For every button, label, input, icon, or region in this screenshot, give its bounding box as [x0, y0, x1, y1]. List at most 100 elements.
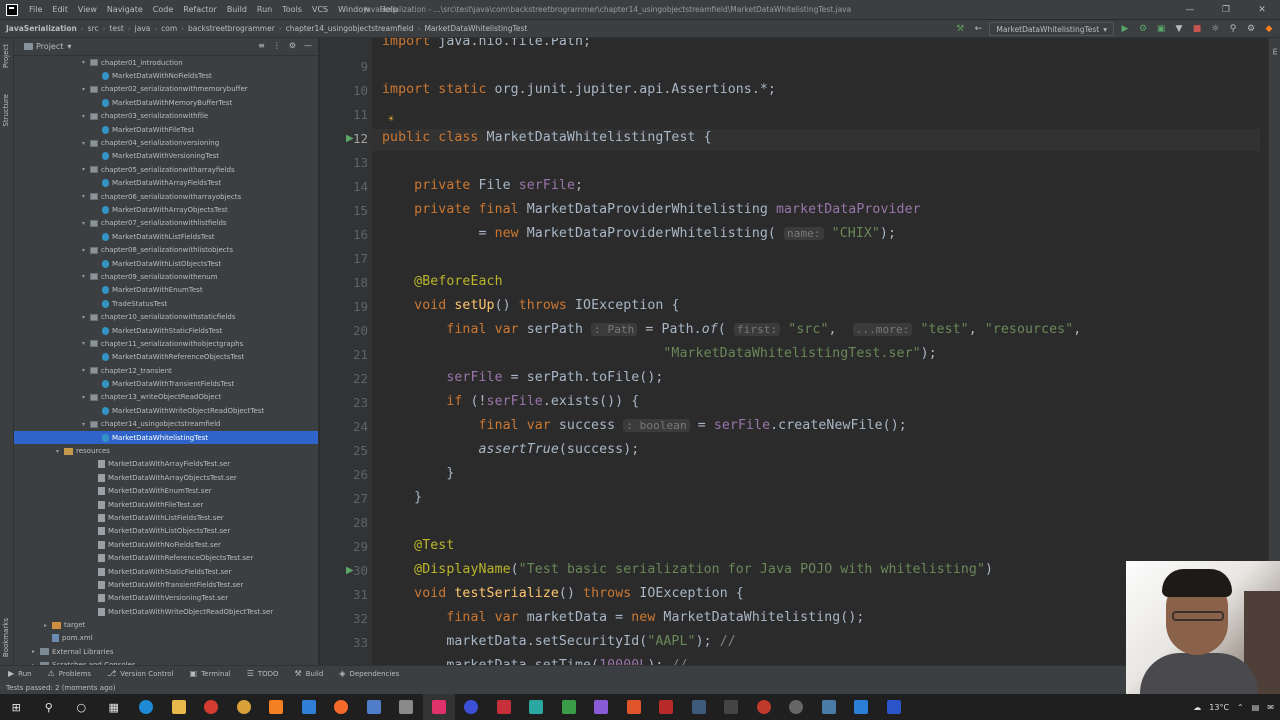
tree-item[interactable]: ▾ chapter14_usingobjectstreamfield: [14, 418, 318, 431]
lightbulb-icon[interactable]: ☀: [388, 114, 398, 125]
chevron-down-icon[interactable]: ▾: [82, 140, 90, 147]
chevron-right-icon[interactable]: ▸: [32, 648, 40, 655]
menu-item[interactable]: Edit: [47, 5, 73, 14]
breadcrumb-item[interactable]: chapter14_usingobjectstreamfield: [282, 24, 418, 33]
expand-all-icon[interactable]: ≡: [258, 41, 265, 50]
code-line[interactable]: void testSerialize() throws IOException …: [382, 586, 744, 601]
tree-item[interactable]: MarketDataWithArrayFieldsTest.ser: [14, 458, 318, 471]
menu-item[interactable]: Navigate: [102, 5, 148, 14]
code-line[interactable]: final var success : boolean = serFile.cr…: [382, 418, 907, 433]
breadcrumb-item[interactable]: src: [84, 24, 103, 33]
tree-item[interactable]: MarketDataWithStaticFieldsTest.ser: [14, 565, 318, 578]
run-test-class-icon[interactable]: ▶: [346, 133, 358, 145]
code-line[interactable]: private File serFile;: [382, 178, 583, 193]
tree-item[interactable]: MarketDataWithArrayObjectsTest: [14, 203, 318, 216]
profile-icon[interactable]: ▼: [1172, 22, 1186, 36]
tree-item[interactable]: MarketDataWithReferenceObjectsTest.ser: [14, 551, 318, 564]
chevron-down-icon[interactable]: ▾: [82, 193, 90, 200]
code-line[interactable]: = new MarketDataProviderWhitelisting( na…: [382, 226, 896, 241]
project-panel-title[interactable]: Project: [36, 42, 63, 51]
tool-tab-maven[interactable]: m: [1271, 48, 1279, 55]
tree-item[interactable]: MarketDataWithTransientFieldsTest: [14, 377, 318, 390]
app-icon-rose[interactable]: [748, 694, 781, 720]
chevron-down-icon[interactable]: ▾: [82, 367, 90, 374]
code-line[interactable]: serFile = serPath.toFile();: [382, 370, 663, 385]
tree-item[interactable]: ▾ chapter13_writeObjectReadObject: [14, 391, 318, 404]
weather-icon[interactable]: ☁: [1193, 703, 1201, 712]
chevron-down-icon[interactable]: ▾: [82, 394, 90, 401]
code-line[interactable]: import java.nio.file.Path;: [382, 38, 591, 49]
hammer-icon[interactable]: ⚒: [953, 22, 967, 36]
code-line[interactable]: @DisplayName("Test basic serialization f…: [382, 562, 993, 577]
menu-item[interactable]: Refactor: [178, 5, 222, 14]
tree-item[interactable]: ▾ chapter08_serializationwithlistobjects: [14, 243, 318, 256]
chevron-down-icon[interactable]: ▾: [82, 59, 90, 66]
chevron-down-icon[interactable]: ▾: [82, 340, 90, 347]
code-line[interactable]: private final MarketDataProviderWhitelis…: [382, 202, 921, 217]
tree-item[interactable]: MarketDataWithNoFieldsTest.ser: [14, 538, 318, 551]
network-icon[interactable]: ▤: [1252, 703, 1260, 712]
windows-start-icon[interactable]: ⊞: [0, 694, 33, 720]
maps-icon[interactable]: [780, 694, 813, 720]
tree-item[interactable]: ▾ chapter03_serializationwithfile: [14, 110, 318, 123]
tree-item[interactable]: ▾ chapter12_transient: [14, 364, 318, 377]
breadcrumb-item[interactable]: backstreetbrogrammer: [184, 24, 279, 33]
bottom-tool-dependencies[interactable]: ◈ Dependencies: [331, 669, 407, 678]
tool-tab-bookmarks[interactable]: Bookmarks: [2, 618, 10, 657]
app-icon-steel[interactable]: [813, 694, 846, 720]
tree-item[interactable]: MarketDataWithWriteObjectReadObjectTest: [14, 404, 318, 417]
code-line[interactable]: }: [382, 466, 454, 481]
code-line[interactable]: marketData.setTime(10000L); //: [382, 658, 688, 665]
notification-icon[interactable]: ✉: [1267, 703, 1274, 712]
debug-icon[interactable]: ⚙: [1136, 22, 1150, 36]
tree-item[interactable]: ▾ chapter09_serializationwithenum: [14, 270, 318, 283]
tree-item[interactable]: ▾ chapter01_introduction: [14, 56, 318, 69]
tree-item[interactable]: TradeStatusTest: [14, 297, 318, 310]
bottom-tool-todo[interactable]: ☰ TODO: [239, 669, 287, 678]
app-icon-gray[interactable]: [390, 694, 423, 720]
tree-item[interactable]: MarketDataWhitelistingTest: [14, 430, 318, 445]
breadcrumb-item[interactable]: JavaSerialization: [0, 24, 81, 33]
tree-item[interactable]: MarketDataWithListObjectsTest.ser: [14, 525, 318, 538]
tree-item[interactable]: MarketDataWithWriteObjectReadObjectTest.…: [14, 605, 318, 618]
tree-item[interactable]: MarketDataWithVersioningTest: [14, 150, 318, 163]
tray-chevron-icon[interactable]: ⌃: [1237, 703, 1244, 712]
tree-item[interactable]: MarketDataWithListFieldsTest.ser: [14, 511, 318, 524]
back-icon[interactable]: ←: [971, 22, 985, 36]
run-test-method-icon[interactable]: ▶: [346, 565, 358, 577]
menu-item[interactable]: View: [73, 5, 102, 14]
chevron-down-icon[interactable]: ▾: [82, 113, 90, 120]
tree-item[interactable]: ▸ External Libraries: [14, 645, 318, 658]
code-line[interactable]: }: [382, 490, 422, 505]
firefox-icon[interactable]: [325, 694, 358, 720]
tree-item[interactable]: ▾ resources: [14, 444, 318, 457]
collapse-all-icon[interactable]: ⋮: [273, 41, 281, 50]
breadcrumb-item[interactable]: com: [157, 24, 181, 33]
app-icon-navy[interactable]: [878, 694, 911, 720]
tree-item[interactable]: ▾ chapter10_serializationwithstaticfields: [14, 310, 318, 323]
edge-icon[interactable]: [130, 694, 163, 720]
vscode-icon[interactable]: [293, 694, 326, 720]
breadcrumb-item[interactable]: test: [105, 24, 127, 33]
menu-item[interactable]: Code: [148, 5, 178, 14]
code-line[interactable]: @BeforeEach: [382, 274, 503, 289]
settings-icon[interactable]: ⚙: [1244, 22, 1258, 36]
search-icon[interactable]: ⚲: [1226, 22, 1240, 36]
tree-item[interactable]: ▾ chapter02_serializationwithmemorybuffer: [14, 83, 318, 96]
chevron-down-icon[interactable]: ▾: [82, 166, 90, 173]
tree-item[interactable]: MarketDataWithListFieldsTest: [14, 230, 318, 243]
tree-item[interactable]: ▾ chapter04_serializationversioning: [14, 136, 318, 149]
close-icon[interactable]: ✕: [1244, 0, 1280, 20]
tree-item[interactable]: ▾ chapter11_serializationwithobjectgraphs: [14, 337, 318, 350]
tree-item[interactable]: ▾ chapter07_serializationwithlistfields: [14, 217, 318, 230]
bottom-tool-run[interactable]: ▶ Run: [0, 669, 40, 678]
tree-item[interactable]: MarketDataWithMemoryBufferTest: [14, 96, 318, 109]
menu-item[interactable]: Tools: [277, 5, 307, 14]
taskbar-search-icon[interactable]: ⚲: [33, 694, 66, 720]
code-line[interactable]: if (!serFile.exists()) {: [382, 394, 639, 409]
tree-item[interactable]: MarketDataWithListObjectsTest: [14, 257, 318, 270]
tool-tab-structure[interactable]: Structure: [2, 94, 10, 127]
bottom-tool-problems[interactable]: ⚠ Problems: [40, 669, 99, 678]
restore-icon[interactable]: ❐: [1208, 0, 1244, 20]
breadcrumb-item[interactable]: java: [131, 24, 155, 33]
